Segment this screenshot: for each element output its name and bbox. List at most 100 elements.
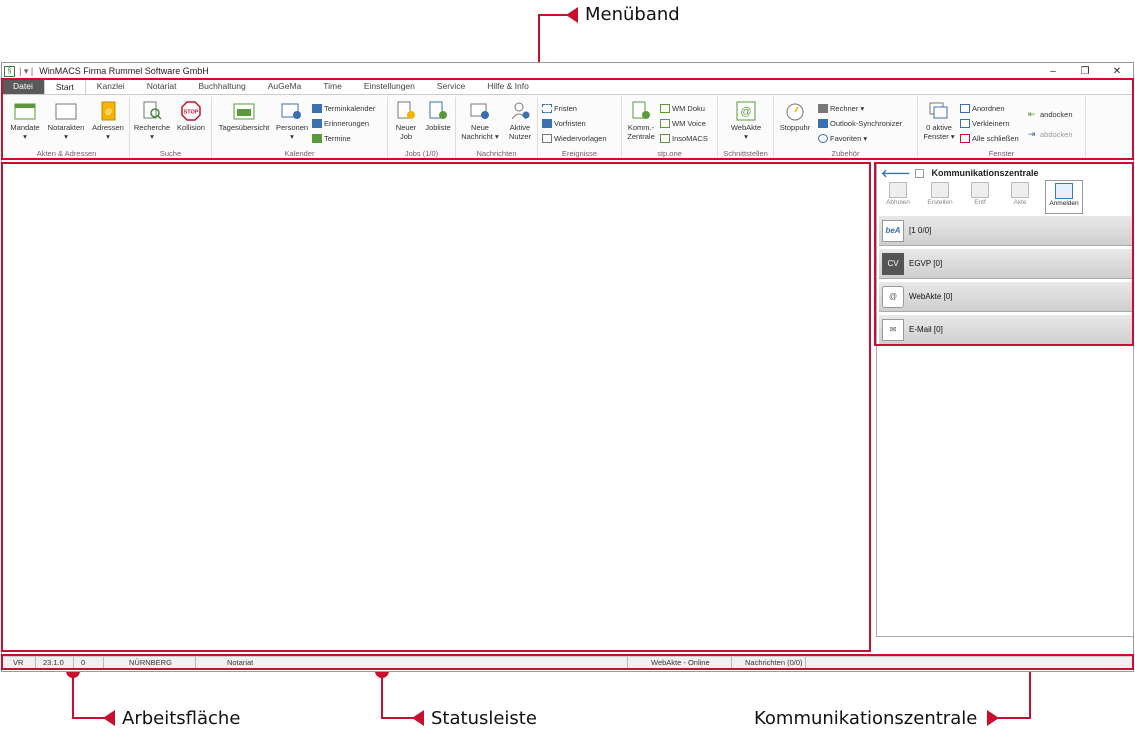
tab-service[interactable]: Service bbox=[426, 79, 476, 94]
abholen-button[interactable]: Abholen bbox=[881, 180, 915, 214]
personen-button[interactable]: Personen ▾ bbox=[274, 101, 310, 141]
anmelden-button[interactable]: Anmelden bbox=[1045, 180, 1083, 214]
erstellen-button[interactable]: Erstellen bbox=[923, 180, 957, 214]
job-list-icon bbox=[429, 101, 447, 119]
vorfristen-button[interactable]: Vorfristen bbox=[542, 118, 586, 129]
tab-notariat[interactable]: Notariat bbox=[136, 79, 188, 94]
app-window: § | ▾ | WinMACS Firma Rummel Software Gm… bbox=[1, 62, 1134, 672]
abdocken-button[interactable]: ⇥ abdocken bbox=[1028, 129, 1073, 140]
termine-button[interactable]: Termine bbox=[312, 133, 351, 144]
mandate-button[interactable]: Mandate ▾ bbox=[8, 101, 42, 141]
callout-arbeitsflaeche: Arbeitsfläche bbox=[122, 708, 241, 729]
tagesuebersicht-button[interactable]: Tagesübersicht bbox=[216, 101, 272, 132]
callout-line bbox=[72, 717, 105, 719]
folder-icon bbox=[1011, 182, 1029, 198]
tab-hilfe[interactable]: Hilfe & Info bbox=[476, 79, 540, 94]
tab-augema[interactable]: AuGeMa bbox=[257, 79, 313, 94]
favoriten-button[interactable]: Favoriten ▾ bbox=[818, 133, 867, 144]
group-nachrichten: Neue Nachricht ▾ Aktive Nutzer Nachricht… bbox=[456, 97, 538, 159]
list-item-webakte[interactable]: @ WebAkte [0] bbox=[879, 282, 1133, 312]
outlook-synchronizer-button[interactable]: Outlook-Synchronizer bbox=[818, 118, 902, 129]
minimize-icon bbox=[960, 119, 970, 128]
neue-nachricht-button[interactable]: Neue Nachricht ▾ bbox=[458, 101, 502, 141]
status-bar: VR 23.1.0 0 NÜRNBERG Notariat WebAkte - … bbox=[2, 656, 1133, 669]
terminkalender-button[interactable]: Terminkalender bbox=[312, 103, 375, 114]
quick-access-icon[interactable]: | ▾ | bbox=[19, 66, 33, 77]
restore-button[interactable]: ❐ bbox=[1069, 63, 1101, 79]
fristen-button[interactable]: Fristen bbox=[542, 103, 577, 114]
wiedervorlagen-button[interactable]: Wiedervorlagen bbox=[542, 133, 607, 144]
insomacs-button[interactable]: InsoMACS bbox=[660, 133, 708, 144]
calendar-people-icon bbox=[281, 103, 301, 119]
back-arrow-icon[interactable]: 🡐 bbox=[881, 166, 911, 180]
callout-line bbox=[538, 14, 568, 16]
entf-button[interactable]: Entf bbox=[963, 180, 997, 214]
tab-time[interactable]: Time bbox=[312, 79, 353, 94]
tab-einstellungen[interactable]: Einstellungen bbox=[353, 79, 426, 94]
callout-line bbox=[998, 717, 1030, 719]
minimize-button[interactable]: – bbox=[1037, 63, 1069, 79]
close-all-icon bbox=[960, 134, 970, 143]
folder-icon bbox=[14, 103, 36, 120]
group-label: Suche bbox=[159, 149, 182, 158]
erinnerungen-button[interactable]: Erinnerungen bbox=[312, 118, 369, 129]
list-item-bea[interactable]: beA [1 0/0] bbox=[879, 216, 1133, 246]
komm-zentrale-button[interactable]: Komm.-Zentrale bbox=[624, 101, 658, 141]
notarakten-button[interactable]: Notarakten ▾ bbox=[44, 101, 88, 141]
jobliste-button[interactable]: Jobliste bbox=[422, 101, 454, 132]
stop-icon: STOP bbox=[181, 101, 201, 121]
aktive-fenster-button[interactable]: 0 aktive Fenster ▾ bbox=[920, 101, 958, 141]
list-item-email[interactable]: ✉ E-Mail [0] bbox=[879, 315, 1133, 345]
communication-icon bbox=[632, 101, 650, 119]
app-icon: § bbox=[4, 65, 15, 77]
webakte-button[interactable]: @ WebAkte ▾ bbox=[724, 101, 768, 141]
alle-schliessen-button[interactable]: Alle schließen bbox=[960, 133, 1019, 144]
calendar-icon bbox=[312, 134, 322, 143]
status-vr: VR bbox=[10, 657, 36, 669]
document-icon bbox=[542, 134, 552, 143]
ribbon: Mandate ▾ Notarakten ▾ @ Adressen ▾ Akten &… bbox=[2, 94, 1133, 160]
login-icon bbox=[1055, 183, 1073, 199]
tab-datei[interactable]: Datei bbox=[2, 79, 44, 94]
kollision-button[interactable]: STOP Kollision bbox=[173, 101, 209, 132]
stoppuhr-button[interactable]: Stoppuhr bbox=[776, 101, 814, 132]
group-label: stp.one bbox=[657, 149, 682, 158]
tab-start[interactable]: Start bbox=[43, 79, 86, 94]
panel-toggle-icon[interactable] bbox=[914, 168, 924, 178]
rechner-button[interactable]: Rechner ▾ bbox=[818, 103, 864, 114]
group-label: Schnittstellen bbox=[723, 149, 768, 158]
verkleinern-button[interactable]: Verkleinern bbox=[960, 118, 1010, 129]
new-message-icon bbox=[470, 103, 489, 119]
calendar-icon bbox=[312, 104, 322, 113]
tab-buchhaltung[interactable]: Buchhaltung bbox=[187, 79, 256, 94]
wm-doku-button[interactable]: WM Doku bbox=[660, 103, 705, 114]
status-version: 23.1.0 bbox=[40, 657, 74, 669]
fetch-icon bbox=[889, 182, 907, 198]
group-ereignisse: Fristen Vorfristen Wiedervorlagen Ereign… bbox=[538, 97, 622, 159]
close-button[interactable]: ✕ bbox=[1101, 63, 1133, 79]
status-ort: NÜRNBERG bbox=[126, 657, 196, 669]
arrange-icon bbox=[960, 104, 970, 113]
anordnen-button[interactable]: Anordnen bbox=[960, 103, 1005, 114]
recherche-button[interactable]: Recherche ▾ bbox=[133, 101, 171, 141]
tab-kanzlei[interactable]: Kanzlei bbox=[86, 79, 136, 94]
neuer-job-button[interactable]: Neuer Job bbox=[391, 101, 421, 141]
aktive-nutzer-button[interactable]: Aktive Nutzer bbox=[504, 101, 536, 141]
status-count: 0 bbox=[78, 657, 104, 669]
adressen-button[interactable]: @ Adressen ▾ bbox=[90, 101, 126, 141]
status-webakte: WebAkte - Online bbox=[648, 657, 732, 669]
wm-voice-button[interactable]: WM Voice bbox=[660, 118, 706, 129]
calendar-icon bbox=[542, 119, 552, 128]
kommunikationszentrale-panel: 🡐 Kommunikationszentrale Abholen Erstell… bbox=[876, 163, 1134, 637]
group-kalender: Tagesübersicht Personen ▾ Terminkalender … bbox=[212, 97, 388, 159]
list-item-egvp[interactable]: CV EGVP [0] bbox=[879, 249, 1133, 279]
akte-button[interactable]: Akte bbox=[1003, 180, 1037, 214]
webakte-icon: @ bbox=[736, 101, 756, 121]
group-zubehoer: Stoppuhr Rechner ▾ Outlook-Synchronizer … bbox=[774, 97, 918, 159]
delete-icon bbox=[971, 182, 989, 198]
title-bar: § | ▾ | WinMACS Firma Rummel Software Gm… bbox=[2, 63, 1133, 79]
work-area[interactable] bbox=[2, 161, 872, 651]
svg-text:STOP: STOP bbox=[184, 110, 199, 116]
calendar-icon bbox=[233, 103, 255, 120]
andocken-button[interactable]: ⇤ andocken bbox=[1028, 109, 1073, 120]
